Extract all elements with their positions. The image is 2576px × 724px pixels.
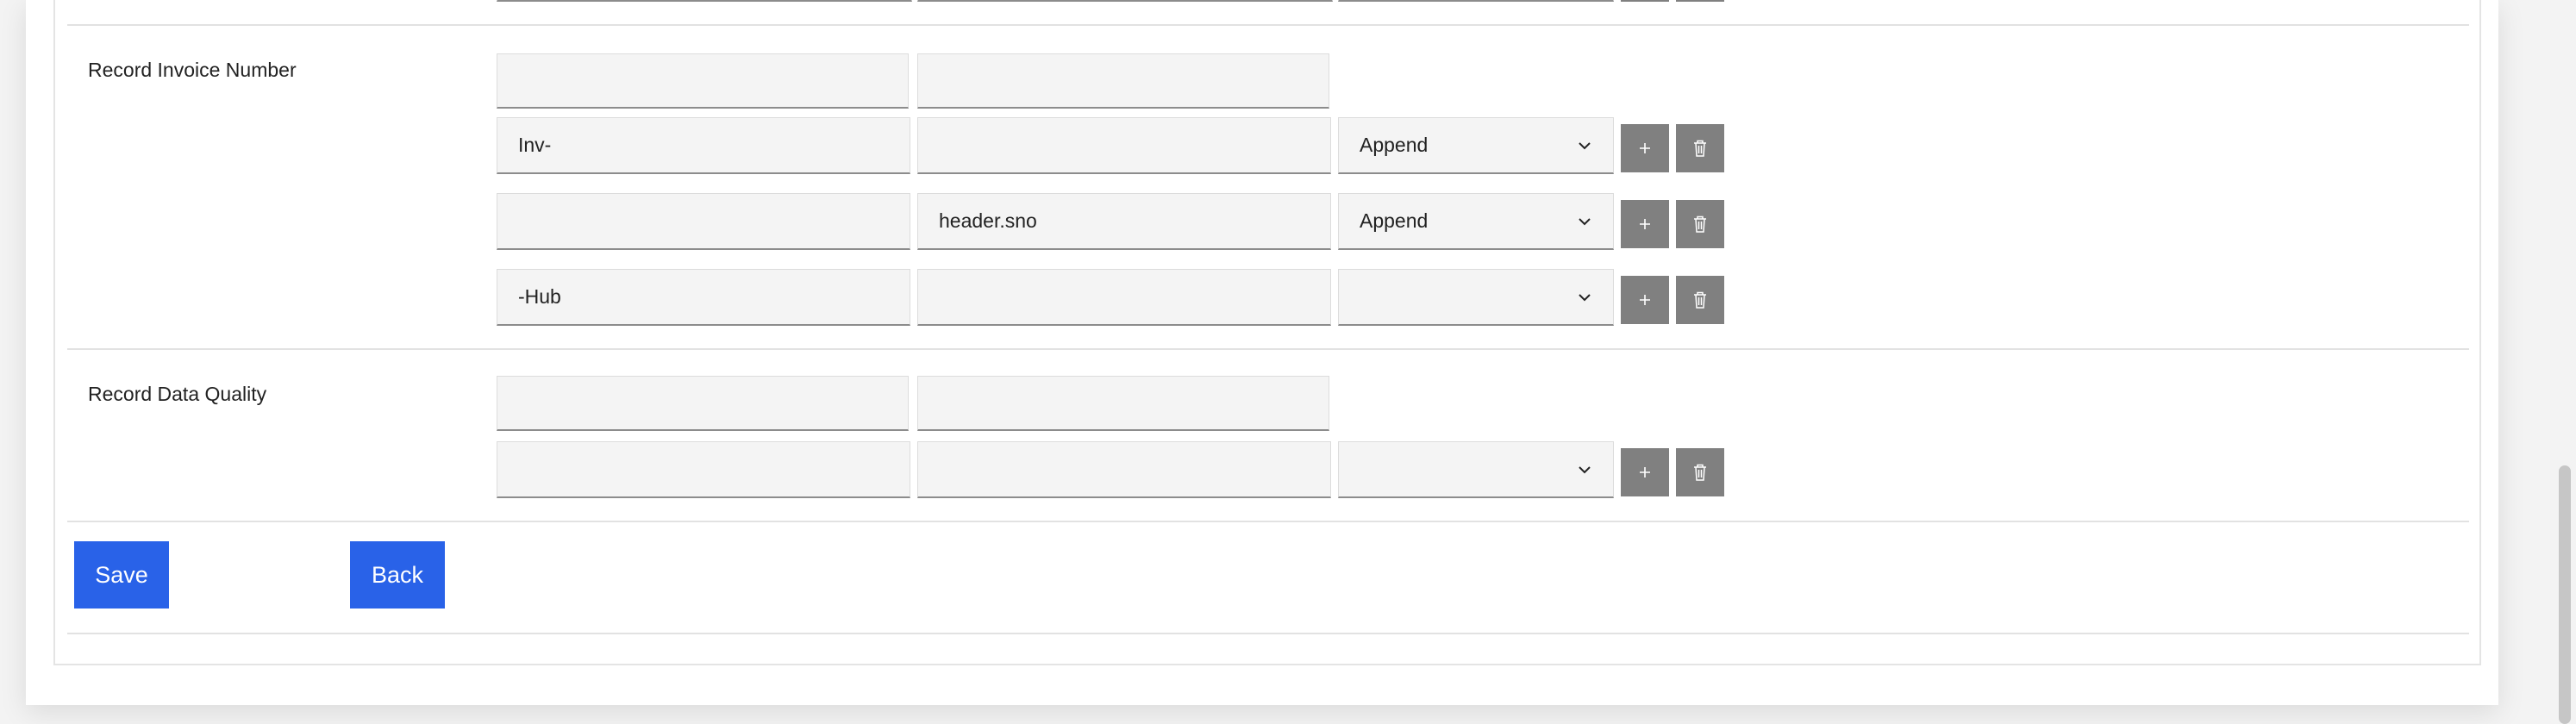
section-label-data-quality: Record Data Quality (88, 383, 267, 405)
invoice-row-2-field-1[interactable] (497, 193, 910, 250)
trash-icon (1694, 291, 1706, 309)
invoice-row-2-add-button[interactable] (1621, 200, 1669, 248)
quality-row-1-input-2[interactable] (939, 458, 1310, 481)
invoice-header-field-2[interactable] (917, 53, 1329, 109)
select-value: Append (1360, 209, 1429, 232)
quality-row-1-field-1[interactable] (497, 441, 910, 498)
invoice-row-3-operation-select[interactable] (1338, 269, 1614, 326)
plus-icon (1640, 467, 1650, 477)
invoice-row-3-add-button[interactable] (1621, 276, 1669, 324)
invoice-row-2-input-1[interactable] (518, 209, 889, 233)
quality-header-input-2[interactable] (939, 391, 1308, 415)
divider (67, 24, 2469, 26)
quality-row-1-input-1[interactable] (518, 458, 889, 481)
divider (67, 521, 2469, 522)
invoice-row-2-input-2[interactable] (939, 209, 1310, 233)
quality-row-1-add-button[interactable] (1621, 448, 1669, 496)
quality-header-field-1[interactable] (497, 376, 909, 431)
scrollbar-thumb[interactable] (2559, 465, 2571, 724)
quality-header-field-2[interactable] (917, 376, 1329, 431)
invoice-row-1-input-1[interactable] (518, 134, 889, 157)
chevron-down-icon (1579, 293, 1591, 301)
quality-row-1-operation-select[interactable] (1338, 441, 1614, 498)
invoice-row-1-field-2[interactable] (917, 117, 1331, 174)
quality-row-1-delete-button[interactable] (1676, 448, 1724, 496)
quality-header-input-1[interactable] (518, 391, 887, 415)
invoice-row-1-input-2[interactable] (939, 134, 1310, 157)
invoice-row-2-delete-button[interactable] (1676, 200, 1724, 248)
save-button[interactable]: Save (74, 541, 169, 609)
invoice-row-3-field-1[interactable] (497, 269, 910, 326)
partial-delete-button[interactable] (1676, 0, 1724, 2)
invoice-header-input-1[interactable] (518, 69, 887, 92)
invoice-row-1-delete-button[interactable] (1676, 124, 1724, 172)
partial-field-2[interactable] (917, 0, 1333, 2)
partial-select[interactable] (1338, 0, 1614, 2)
plus-icon (1640, 295, 1650, 305)
invoice-row-1-add-button[interactable] (1621, 124, 1669, 172)
invoice-row-2-operation-select[interactable]: Append (1338, 193, 1614, 250)
quality-row-1-field-2[interactable] (917, 441, 1331, 498)
chevron-down-icon (1579, 217, 1591, 225)
back-button[interactable]: Back (350, 541, 445, 609)
divider (67, 633, 2469, 634)
invoice-row-3-field-2[interactable] (917, 269, 1331, 326)
invoice-row-3-input-1[interactable] (518, 285, 889, 309)
invoice-row-1-operation-select[interactable]: Append (1338, 117, 1614, 174)
trash-icon (1694, 215, 1706, 233)
partial-add-button[interactable] (1621, 0, 1669, 2)
invoice-row-3-delete-button[interactable] (1676, 276, 1724, 324)
plus-icon (1640, 219, 1650, 229)
trash-icon (1694, 464, 1706, 481)
invoice-row-3-input-2[interactable] (939, 285, 1310, 309)
plus-icon (1640, 143, 1650, 153)
invoice-header-input-2[interactable] (939, 69, 1308, 92)
select-value: Append (1360, 134, 1429, 156)
partial-field-1[interactable] (497, 0, 912, 2)
trash-icon (1694, 140, 1706, 157)
chevron-down-icon (1579, 141, 1591, 149)
divider (67, 348, 2469, 350)
invoice-row-1-field-1[interactable] (497, 117, 910, 174)
invoice-row-2-field-2[interactable] (917, 193, 1331, 250)
section-label-invoice-number: Record Invoice Number (88, 59, 297, 81)
invoice-header-field-1[interactable] (497, 53, 909, 109)
chevron-down-icon (1579, 465, 1591, 473)
